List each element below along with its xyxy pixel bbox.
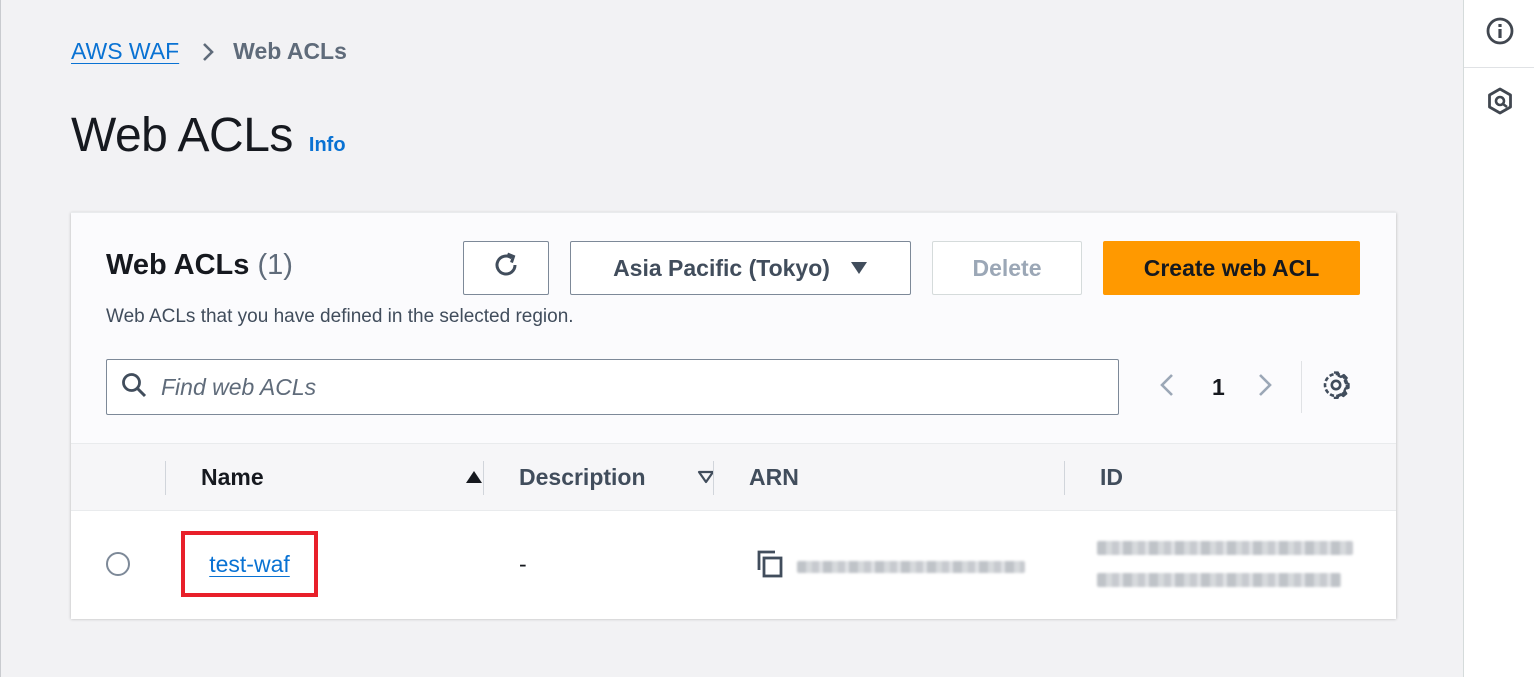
gear-icon bbox=[1321, 370, 1351, 405]
rail-divider bbox=[1464, 67, 1534, 68]
refresh-icon bbox=[491, 250, 521, 286]
previous-page-button[interactable] bbox=[1159, 369, 1175, 405]
breadcrumb-aws-waf-link[interactable]: AWS WAF bbox=[71, 38, 179, 65]
table-header: Name Description ARN ID bbox=[71, 443, 1396, 511]
column-header-description-label: Description bbox=[519, 463, 646, 490]
panel-title: Web ACLs (1) bbox=[106, 249, 293, 282]
id-value-redacted-line-1 bbox=[1097, 541, 1353, 555]
column-divider bbox=[1064, 461, 1065, 495]
refresh-button[interactable] bbox=[463, 241, 549, 295]
column-header-name-label: Name bbox=[201, 463, 264, 490]
page-number-1[interactable]: 1 bbox=[1212, 369, 1225, 405]
sort-ascending-icon bbox=[465, 470, 483, 484]
column-divider bbox=[713, 461, 714, 495]
table-row: test-waf - bbox=[71, 511, 1396, 619]
row-select-radio[interactable] bbox=[106, 552, 130, 576]
delete-button[interactable]: Delete bbox=[932, 241, 1082, 295]
main-content: AWS WAF Web ACLs Web ACLs Info Web ACLs … bbox=[0, 0, 1463, 677]
table-settings-button[interactable] bbox=[1321, 369, 1351, 405]
pager-divider bbox=[1301, 361, 1302, 413]
search-icon bbox=[121, 372, 147, 403]
search-input[interactable] bbox=[161, 373, 1061, 401]
panel-count: (1) bbox=[257, 249, 293, 281]
create-web-acl-button[interactable]: Create web ACL bbox=[1103, 241, 1360, 295]
chevron-left-icon bbox=[1159, 372, 1175, 403]
chevron-right-icon bbox=[1257, 372, 1273, 403]
panel-description: Web ACLs that you have defined in the se… bbox=[106, 306, 574, 327]
column-header-name[interactable]: Name bbox=[201, 444, 483, 510]
highlight-box: test-waf bbox=[181, 531, 318, 597]
caret-down-icon bbox=[850, 261, 868, 275]
id-value-redacted-line-2 bbox=[1097, 573, 1341, 587]
copy-icon[interactable] bbox=[755, 549, 785, 584]
web-acls-panel: Web ACLs (1) Web ACLs that you have defi… bbox=[71, 212, 1396, 619]
region-select[interactable]: Asia Pacific (Tokyo) bbox=[570, 241, 911, 295]
web-acl-description: - bbox=[519, 551, 527, 577]
chevron-right-icon bbox=[201, 41, 215, 63]
column-header-description[interactable]: Description bbox=[519, 444, 715, 510]
arn-value-redacted bbox=[797, 561, 1025, 573]
column-header-id: ID bbox=[1100, 463, 1123, 490]
help-side-rail bbox=[1463, 0, 1534, 677]
region-select-label: Asia Pacific (Tokyo) bbox=[613, 254, 830, 281]
column-header-arn: ARN bbox=[749, 463, 799, 490]
info-circle-icon bbox=[1485, 16, 1515, 51]
breadcrumb-current: Web ACLs bbox=[233, 38, 347, 64]
web-acl-name-link[interactable]: test-waf bbox=[209, 551, 290, 578]
breadcrumb: AWS WAF Web ACLs bbox=[71, 38, 347, 65]
info-link[interactable]: Info bbox=[309, 134, 346, 157]
page-title: Web ACLs bbox=[71, 109, 293, 162]
next-page-button[interactable] bbox=[1257, 369, 1273, 405]
secondary-panel-button[interactable] bbox=[1464, 87, 1534, 119]
hexagon-icon bbox=[1485, 86, 1515, 121]
panel-title-text: Web ACLs bbox=[106, 249, 250, 281]
column-divider bbox=[483, 461, 484, 495]
search-field[interactable] bbox=[106, 359, 1119, 415]
page-header: Web ACLs Info bbox=[71, 108, 346, 163]
info-panel-button[interactable] bbox=[1464, 17, 1534, 49]
column-divider bbox=[165, 461, 166, 495]
